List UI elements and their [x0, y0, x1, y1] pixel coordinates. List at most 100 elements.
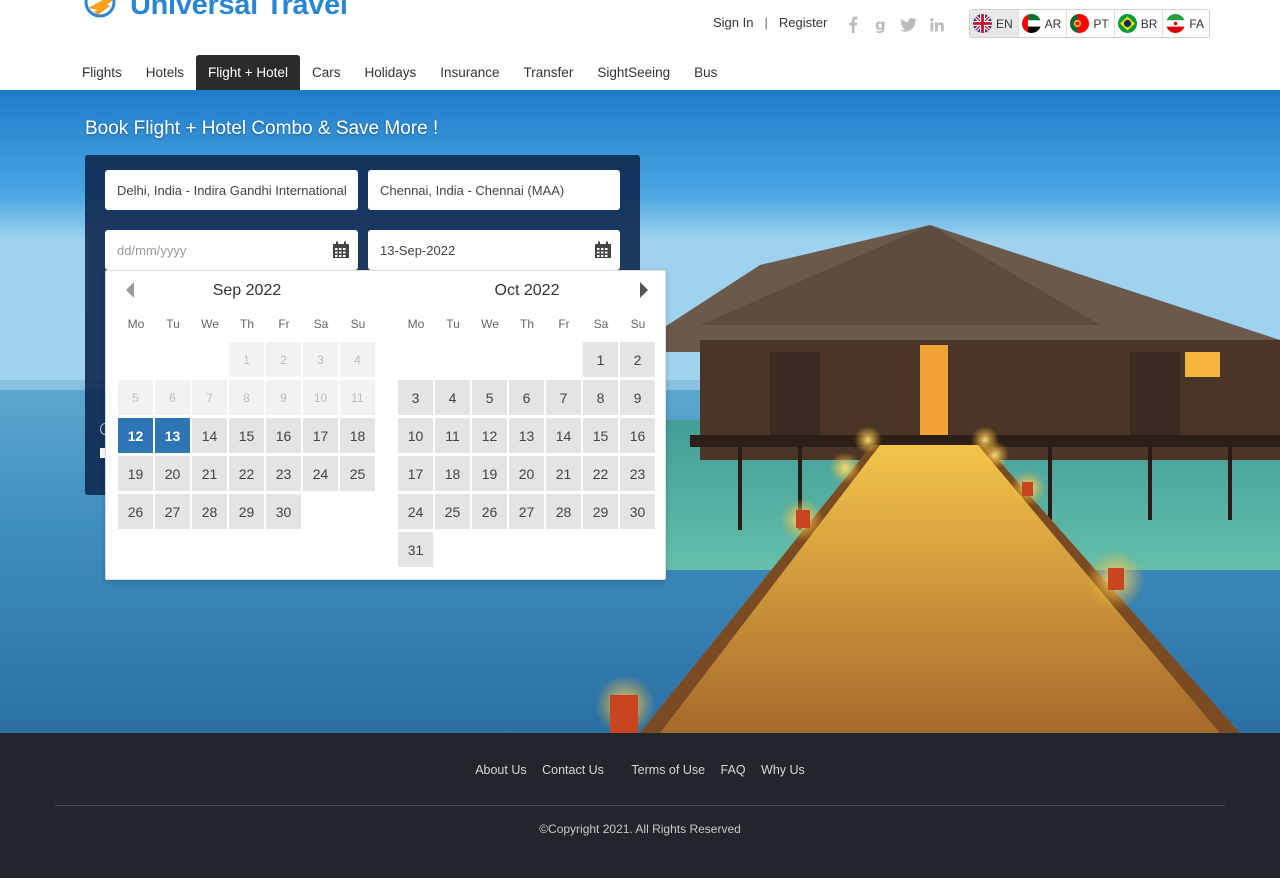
facebook-icon[interactable]: [843, 15, 862, 34]
tab-sightseeing[interactable]: SightSeeing: [585, 55, 682, 90]
calendar-day[interactable]: 21: [546, 456, 581, 491]
calendar-day[interactable]: 4: [435, 380, 470, 415]
calendar-day[interactable]: 23: [620, 456, 655, 491]
weekday-header: Mo: [127, 317, 145, 331]
calendar-day[interactable]: 25: [340, 456, 375, 491]
calendar-day[interactable]: 20: [509, 456, 544, 491]
calendar-day[interactable]: 20: [155, 456, 190, 491]
calendar-day[interactable]: 1: [583, 342, 618, 377]
depart-date-field[interactable]: [105, 230, 358, 270]
calendar-day[interactable]: 27: [155, 494, 190, 529]
weekday-header: Su: [350, 317, 366, 331]
to-input[interactable]: [380, 182, 620, 198]
tab-hotels[interactable]: Hotels: [134, 55, 196, 90]
lang-ar[interactable]: AR: [1019, 10, 1068, 37]
calendar-day[interactable]: 9: [620, 380, 655, 415]
tab-transfer[interactable]: Transfer: [512, 55, 586, 90]
weekday-header: Sa: [593, 317, 609, 331]
svg-text:g: g: [875, 17, 886, 33]
tab-cars[interactable]: Cars: [300, 55, 353, 90]
calendar-day[interactable]: 31: [398, 532, 433, 567]
calendar-day[interactable]: 30: [620, 494, 655, 529]
linkedin-icon[interactable]: [927, 15, 946, 34]
from-input[interactable]: [117, 182, 358, 198]
calendar-day[interactable]: 23: [266, 456, 301, 491]
calendar-day[interactable]: 18: [435, 456, 470, 491]
calendar-day[interactable]: 30: [266, 494, 301, 529]
calendar-day[interactable]: 17: [398, 456, 433, 491]
twitter-icon[interactable]: [899, 15, 918, 34]
calendar-day[interactable]: 5: [472, 380, 507, 415]
calendar-day[interactable]: 16: [266, 418, 301, 453]
calendar-day[interactable]: 14: [192, 418, 227, 453]
social-links: g: [843, 15, 946, 34]
calendar-day[interactable]: 19: [472, 456, 507, 491]
tab-flights[interactable]: Flights: [70, 55, 134, 90]
calendar-day[interactable]: 8: [583, 380, 618, 415]
calendar-day[interactable]: 12: [118, 418, 153, 453]
footer-link-about[interactable]: About Us: [475, 763, 526, 777]
site-footer: About Us Contact Us Terms of Use FAQ Why…: [0, 733, 1280, 878]
logo[interactable]: Universal Travel: [84, 0, 348, 22]
calendar-day: 5: [118, 380, 153, 415]
lang-fa[interactable]: FA: [1163, 10, 1209, 37]
calendar-day: 3: [303, 342, 338, 377]
portugal-flag-icon: [1070, 14, 1090, 33]
lang-en[interactable]: EN: [970, 10, 1019, 37]
weekday-header: Sa: [313, 317, 329, 331]
register-link[interactable]: Register: [779, 15, 827, 30]
calendar-day[interactable]: 17: [303, 418, 338, 453]
footer-link-contact[interactable]: Contact Us: [542, 763, 604, 777]
calendar-day: 8: [229, 380, 264, 415]
return-date-input[interactable]: [380, 242, 620, 258]
calendar-day[interactable]: 3: [398, 380, 433, 415]
calendar-day[interactable]: 13: [155, 418, 190, 453]
calendar-day[interactable]: 21: [192, 456, 227, 491]
weekday-header: Su: [630, 317, 646, 331]
calendar-day[interactable]: 11: [435, 418, 470, 453]
google-icon[interactable]: g: [871, 15, 890, 34]
weekday-header: We: [481, 317, 499, 331]
tab-holidays[interactable]: Holidays: [352, 55, 428, 90]
calendar-day[interactable]: 15: [229, 418, 264, 453]
calendar-day[interactable]: 18: [340, 418, 375, 453]
depart-date-input[interactable]: [117, 242, 358, 258]
calendar-day[interactable]: 28: [546, 494, 581, 529]
footer-link-why-us[interactable]: Why Us: [761, 763, 805, 777]
calendar-day[interactable]: 28: [192, 494, 227, 529]
calendar-day[interactable]: 29: [583, 494, 618, 529]
calendar-day[interactable]: 19: [118, 456, 153, 491]
tab-bus[interactable]: Bus: [682, 55, 729, 90]
footer-link-terms[interactable]: Terms of Use: [631, 763, 705, 777]
calendar-day[interactable]: 16: [620, 418, 655, 453]
sign-in-link[interactable]: Sign In: [713, 15, 753, 30]
calendar-day[interactable]: 15: [583, 418, 618, 453]
to-field[interactable]: [368, 170, 620, 210]
calendar-day[interactable]: 24: [303, 456, 338, 491]
calendar-day[interactable]: 12: [472, 418, 507, 453]
lang-pt[interactable]: PT: [1067, 10, 1115, 37]
calendar-day[interactable]: 14: [546, 418, 581, 453]
tab-flight-hotel[interactable]: Flight + Hotel: [196, 55, 300, 90]
calendar-icon[interactable]: [594, 241, 612, 259]
calendar-day[interactable]: 24: [398, 494, 433, 529]
calendar-day[interactable]: 26: [118, 494, 153, 529]
calendar-day[interactable]: 7: [546, 380, 581, 415]
calendar-day[interactable]: 13: [509, 418, 544, 453]
calendar-day[interactable]: 10: [398, 418, 433, 453]
lang-br[interactable]: BR: [1115, 10, 1164, 37]
calendar-day[interactable]: 22: [229, 456, 264, 491]
calendar-day[interactable]: 26: [472, 494, 507, 529]
calendar-day[interactable]: 27: [509, 494, 544, 529]
return-date-field[interactable]: [368, 230, 620, 270]
footer-link-faq[interactable]: FAQ: [721, 763, 746, 777]
uk-flag-icon: [973, 14, 992, 33]
calendar-day[interactable]: 6: [509, 380, 544, 415]
calendar-day[interactable]: 2: [620, 342, 655, 377]
calendar-day[interactable]: 25: [435, 494, 470, 529]
calendar-day[interactable]: 29: [229, 494, 264, 529]
from-field[interactable]: [105, 170, 358, 210]
calendar-icon[interactable]: [332, 241, 350, 259]
calendar-day[interactable]: 22: [583, 456, 618, 491]
tab-insurance[interactable]: Insurance: [428, 55, 511, 90]
